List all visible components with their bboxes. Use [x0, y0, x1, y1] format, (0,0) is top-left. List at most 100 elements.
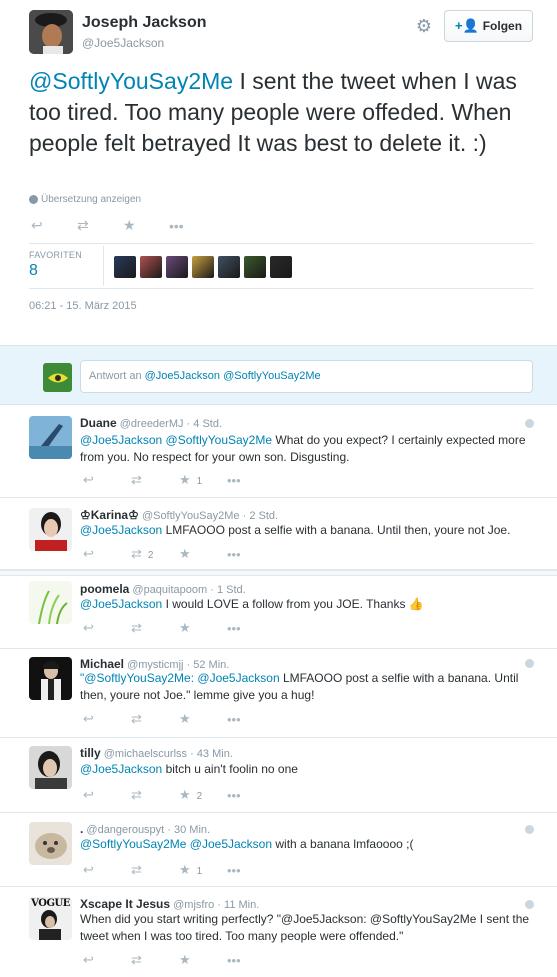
close-icon[interactable]	[525, 825, 534, 834]
list-item[interactable]: tilly @michaelscurlss · 43 Min. @Joe5Jac…	[0, 738, 557, 813]
list-item[interactable]: poomela @paquitapoom · 1 Std. @Joe5Jacks…	[0, 577, 557, 649]
tweet-mention[interactable]: @SoftlyYouSay2Me	[29, 68, 233, 94]
retweet-icon[interactable]: ⇄ 2	[131, 546, 179, 562]
reply-mentions[interactable]: @Joe5Jackson	[80, 597, 162, 611]
retweet-icon[interactable]: ⇄	[131, 620, 179, 636]
author-handle[interactable]: @Joe5Jackson	[82, 36, 164, 50]
favoriter-avatar[interactable]	[166, 256, 188, 278]
follow-button[interactable]: +👤 Folgen	[444, 10, 533, 42]
more-icon[interactable]: •••	[227, 547, 275, 562]
more-icon[interactable]: •••	[227, 953, 275, 968]
avatar[interactable]	[29, 416, 72, 459]
more-icon[interactable]: •••	[227, 621, 275, 636]
favoriter-avatar[interactable]	[140, 256, 162, 278]
retweet-icon[interactable]: ⇄	[131, 472, 179, 488]
reply-handle[interactable]: @dangerouspyt	[86, 824, 164, 836]
close-icon[interactable]	[525, 900, 534, 909]
reply-icon[interactable]: ↩	[83, 620, 131, 636]
reply-handle[interactable]: @paquitapoom	[132, 584, 207, 596]
reply-time[interactable]: 4 Std.	[193, 418, 222, 430]
more-icon[interactable]: •••	[227, 788, 275, 803]
avatar[interactable]	[29, 508, 72, 551]
avatar[interactable]: VOGUE	[29, 897, 72, 940]
favoriter-avatar[interactable]	[114, 256, 136, 278]
list-item[interactable]: Duane @dreederMJ · 4 Std. @Joe5Jackson @…	[0, 406, 557, 498]
reply-icon[interactable]: ↩	[83, 952, 131, 968]
favorite-icon[interactable]: ★	[179, 620, 227, 636]
divider	[29, 243, 534, 244]
reply-time[interactable]: 11 Min.	[224, 899, 259, 911]
reply-header: . @dangerouspyt · 30 Min.	[80, 822, 211, 836]
reply-name[interactable]: tilly	[80, 746, 101, 760]
reply-mentions[interactable]: @Joe5Jackson	[80, 523, 162, 537]
reply-icon[interactable]: ↩	[83, 546, 131, 562]
reply-name[interactable]: Duane	[80, 416, 117, 430]
gear-icon[interactable]: ⚙	[414, 16, 434, 36]
more-icon[interactable]: •••	[227, 473, 275, 488]
more-icon[interactable]: •••	[169, 218, 215, 234]
favorite-icon[interactable]: ★	[179, 546, 227, 562]
add-user-icon: +👤	[454, 18, 479, 33]
reply-icon[interactable]: ↩	[83, 711, 131, 727]
retweet-icon[interactable]: ⇄	[77, 217, 123, 234]
more-icon[interactable]: •••	[227, 712, 275, 727]
translate-link[interactable]: Übersetzung anzeigen	[29, 194, 141, 205]
reply-mentions[interactable]: @SoftlyYouSay2Me @Joe5Jackson	[80, 837, 272, 851]
list-item[interactable]: ♔Karina♔ @SoftlyYouSay2Me · 2 Std. @Joe5…	[0, 498, 557, 570]
list-item[interactable]: VOGUE Xscape It Jesus @mjsfro · 11 Min. …	[0, 887, 557, 977]
retweet-icon[interactable]: ⇄	[131, 862, 179, 878]
reply-handle[interactable]: @michaelscurlss	[104, 748, 187, 760]
more-icon[interactable]: •••	[227, 863, 275, 878]
tweet-timestamp[interactable]: 06:21 - 15. März 2015	[29, 300, 137, 312]
list-item[interactable]: Michael @mysticmjj · 52 Min. "@SoftlyYou…	[0, 649, 557, 738]
favorite-icon[interactable]: ★	[123, 217, 169, 234]
favoriter-avatar[interactable]	[218, 256, 240, 278]
reply-icon[interactable]: ↩	[83, 472, 131, 488]
reply-name[interactable]: Xscape It Jesus	[80, 897, 170, 911]
reply-handle[interactable]: @SoftlyYouSay2Me	[142, 510, 240, 522]
reply-handle[interactable]: @mjsfro	[173, 899, 214, 911]
divider	[29, 288, 534, 289]
favorite-icon[interactable]: ★ 2	[179, 787, 227, 803]
list-item[interactable]: . @dangerouspyt · 30 Min. @SoftlyYouSay2…	[0, 813, 557, 887]
retweet-icon[interactable]: ⇄	[131, 952, 179, 968]
favorites-count[interactable]: 8	[29, 262, 38, 280]
reply-time[interactable]: 2 Std.	[249, 510, 278, 522]
reply-text: @Joe5Jackson LMFAOOO post a selfie with …	[80, 522, 535, 539]
reply-time[interactable]: 1 Std.	[217, 584, 246, 596]
reply-time[interactable]: 43 Min.	[197, 748, 233, 760]
favoriter-avatar[interactable]	[270, 256, 292, 278]
author-name[interactable]: Joseph Jackson	[82, 14, 207, 32]
reply-time[interactable]: 30 Min.	[174, 824, 210, 836]
reply-name[interactable]: .	[80, 822, 83, 836]
close-icon[interactable]	[525, 659, 534, 668]
avatar[interactable]	[29, 581, 72, 624]
reply-mentions[interactable]: @Joe5Jackson @SoftlyYouSay2Me	[80, 433, 272, 447]
favorite-icon[interactable]: ★ 1	[179, 472, 227, 488]
retweet-icon[interactable]: ⇄	[131, 711, 179, 727]
favorite-icon[interactable]: ★	[179, 952, 227, 968]
avatar[interactable]	[29, 657, 72, 700]
favoriter-avatar[interactable]	[244, 256, 266, 278]
reply-input[interactable]: Antwort an @Joe5Jackson @SoftlyYouSay2Me	[80, 360, 533, 393]
close-icon[interactable]	[525, 419, 534, 428]
reply-name[interactable]: Michael	[80, 657, 124, 671]
reply-icon[interactable]: ↩	[83, 862, 131, 878]
favorite-icon[interactable]: ★	[179, 711, 227, 727]
reply-icon[interactable]: ↩	[31, 217, 77, 234]
reply-header: poomela @paquitapoom · 1 Std.	[80, 582, 246, 596]
reply-name[interactable]: ♔Karina♔	[80, 508, 139, 522]
reply-text: @Joe5Jackson bitch u ain't foolin no one	[80, 761, 535, 778]
reply-mentions[interactable]: "@SoftlyYouSay2Me: @Joe5Jackson	[80, 671, 280, 685]
retweet-icon[interactable]: ⇄	[131, 787, 179, 803]
reply-name[interactable]: poomela	[80, 582, 129, 596]
avatar[interactable]	[29, 822, 72, 865]
avatar[interactable]	[29, 746, 72, 789]
globe-icon	[29, 195, 38, 204]
reply-mentions[interactable]: @Joe5Jackson	[80, 762, 162, 776]
favoriter-avatar[interactable]	[192, 256, 214, 278]
reply-handle[interactable]: @dreederMJ	[120, 418, 184, 430]
author-avatar[interactable]	[29, 10, 73, 54]
favorite-icon[interactable]: ★ 1	[179, 862, 227, 878]
reply-icon[interactable]: ↩	[83, 787, 131, 803]
